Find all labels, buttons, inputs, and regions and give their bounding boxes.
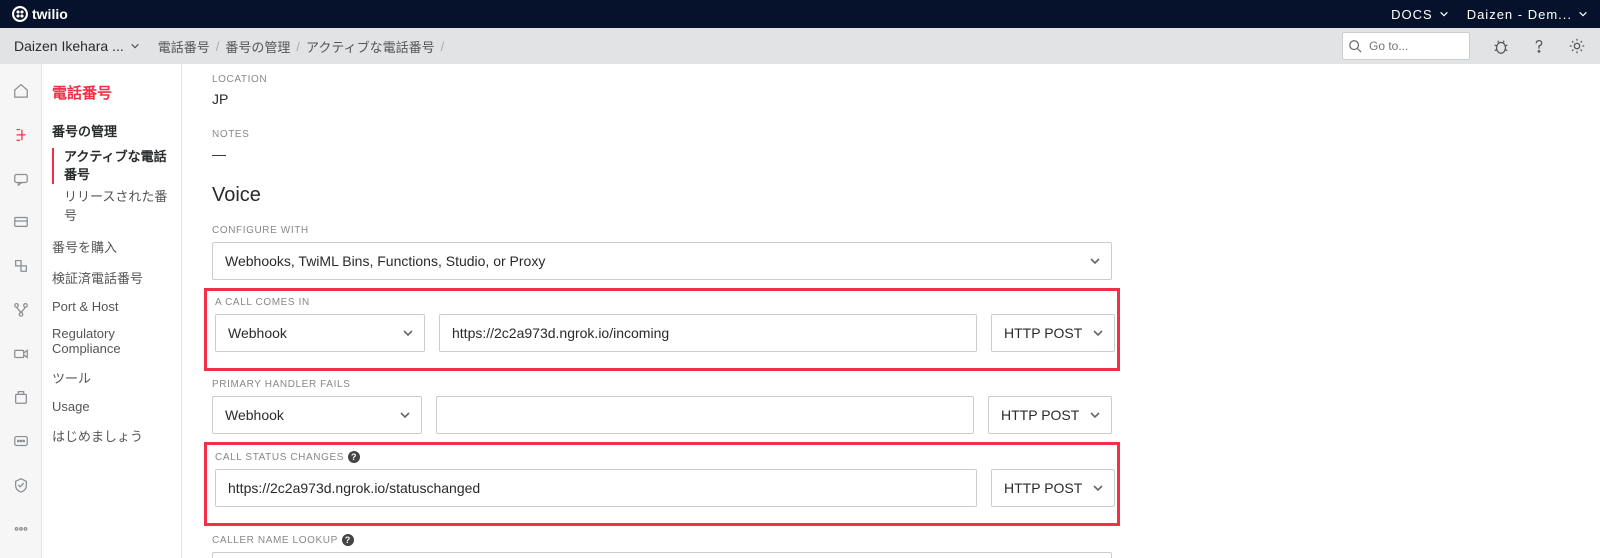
primary-fails-url-field [436,396,974,434]
call-comes-in-url-input[interactable] [452,325,964,341]
breadcrumb-sep: / [441,39,445,54]
gear-icon[interactable] [1568,37,1586,55]
chevron-down-icon [1089,255,1101,267]
configure-with-select[interactable]: Webhooks, TwiML Bins, Functions, Studio,… [212,242,1112,280]
sidebar-item-buy[interactable]: 番号を購入 [52,237,171,256]
chevron-down-icon [1089,409,1101,421]
call-comes-in-method-select[interactable]: HTTP POST [991,314,1115,352]
studio-icon[interactable] [11,257,31,275]
call-comes-in-label: A CALL COMES IN [215,297,1109,308]
primary-fails-handler: Webhook [225,407,284,423]
account-label: Daizen - Dem... [1467,7,1572,22]
notes-label: NOTES [212,129,1570,140]
chevron-down-icon [1578,9,1588,19]
video-icon[interactable] [11,345,31,363]
primary-fails-method-select[interactable]: HTTP POST [988,396,1112,434]
twilio-logo-icon [12,6,28,22]
home-icon[interactable] [11,82,31,100]
notes-value: — [212,146,1570,162]
flow-icon[interactable] [11,301,31,319]
configure-with-value: Webhooks, TwiML Bins, Functions, Studio,… [225,253,545,269]
docs-label: DOCS [1391,7,1433,22]
chevron-down-icon [1439,9,1449,19]
caller-lookup-label-text: CALLER NAME LOOKUP [212,535,338,546]
project-name: Daizen Ikehara ... [14,38,124,54]
highlight-status-changes: CALL STATUS CHANGES ? HTTP POST [204,442,1120,526]
sidebar-item-getstarted[interactable]: はじめましょう [52,426,171,445]
project-switcher[interactable]: Daizen Ikehara ... [14,38,140,54]
breadcrumb-sep: / [216,39,220,54]
phone-numbers-icon[interactable] [11,126,31,144]
status-changes-label: CALL STATUS CHANGES ? [215,451,1109,463]
status-changes-url-field [215,469,977,507]
card-icon[interactable] [11,213,31,231]
breadcrumb-sep: / [296,39,300,54]
primary-fails-method: HTTP POST [1001,407,1079,423]
chevron-down-icon [402,327,414,339]
status-changes-method: HTTP POST [1004,480,1082,496]
sidebar: 電話番号 番号の管理 アクティブな電話番号 リリースされた番号 番号を購入 検証… [42,64,182,558]
voice-heading: Voice [212,184,1570,207]
breadcrumb-item[interactable]: 電話番号 [158,37,210,56]
primary-fails-label: PRIMARY HANDLER FAILS [212,379,1570,390]
call-comes-in-handler-select[interactable]: Webhook [215,314,425,352]
call-comes-in-method: HTTP POST [1004,325,1082,341]
brand-text: twilio [32,6,68,22]
twilio-logo[interactable]: twilio [12,6,68,22]
status-changes-method-select[interactable]: HTTP POST [991,469,1115,507]
call-comes-in-url-field [439,314,977,352]
more-icon[interactable] [11,520,31,538]
sidebar-section-manage[interactable]: 番号の管理 [52,121,171,140]
help-icon[interactable] [1530,37,1548,55]
location-label: LOCATION [212,74,1570,85]
breadcrumb-item[interactable]: アクティブな電話番号 [306,37,435,56]
main-content: LOCATION JP NOTES — Voice CONFIGURE WITH… [182,64,1600,558]
help-icon[interactable]: ? [342,534,354,546]
caller-lookup-select[interactable]: Disabled [212,552,1112,558]
account-menu[interactable]: Daizen - Dem... [1467,7,1588,22]
caller-lookup-label: CALLER NAME LOOKUP ? [212,534,1570,546]
sidebar-item-regulatory[interactable]: Regulatory Compliance [52,326,171,356]
sub-header: Daizen Ikehara ... 電話番号 / 番号の管理 / アクティブな… [0,28,1600,64]
search-icon [1348,39,1362,53]
chevron-down-icon [1092,482,1104,494]
chevron-down-icon [130,41,140,51]
highlight-call-comes-in: A CALL COMES IN Webhook HTTP POST [204,288,1120,371]
status-changes-label-text: CALL STATUS CHANGES [215,452,344,463]
chevron-down-icon [1092,327,1104,339]
sidebar-item-tools[interactable]: ツール [52,368,171,387]
primary-fails-url-input[interactable] [449,407,961,423]
help-icon[interactable]: ? [348,451,360,463]
docs-menu[interactable]: DOCS [1391,7,1449,22]
product-rail [0,64,42,558]
chat-icon[interactable] [11,433,31,451]
global-topbar: twilio DOCS Daizen - Dem... [0,0,1600,28]
sidebar-title: 電話番号 [52,82,171,103]
breadcrumb: 電話番号 / 番号の管理 / アクティブな電話番号 / [158,37,444,56]
sidebar-item-port[interactable]: Port & Host [52,299,171,314]
chevron-down-icon [399,409,411,421]
breadcrumb-item[interactable]: 番号の管理 [225,37,290,56]
sidebar-item-active-numbers[interactable]: アクティブな電話番号 [52,148,171,184]
debug-icon[interactable] [1492,37,1510,55]
location-value: JP [212,91,1570,107]
configure-with-label: CONFIGURE WITH [212,225,1570,236]
verify-icon[interactable] [11,476,31,494]
messaging-icon[interactable] [11,170,31,188]
sidebar-item-released-numbers[interactable]: リリースされた番号 [52,188,171,224]
primary-fails-handler-select[interactable]: Webhook [212,396,422,434]
status-changes-url-input[interactable] [228,480,964,496]
sidebar-item-usage[interactable]: Usage [52,399,171,414]
call-comes-in-handler: Webhook [228,325,287,341]
runtime-icon[interactable] [11,389,31,407]
global-search [1342,32,1470,60]
sidebar-item-verified[interactable]: 検証済電話番号 [52,268,171,287]
